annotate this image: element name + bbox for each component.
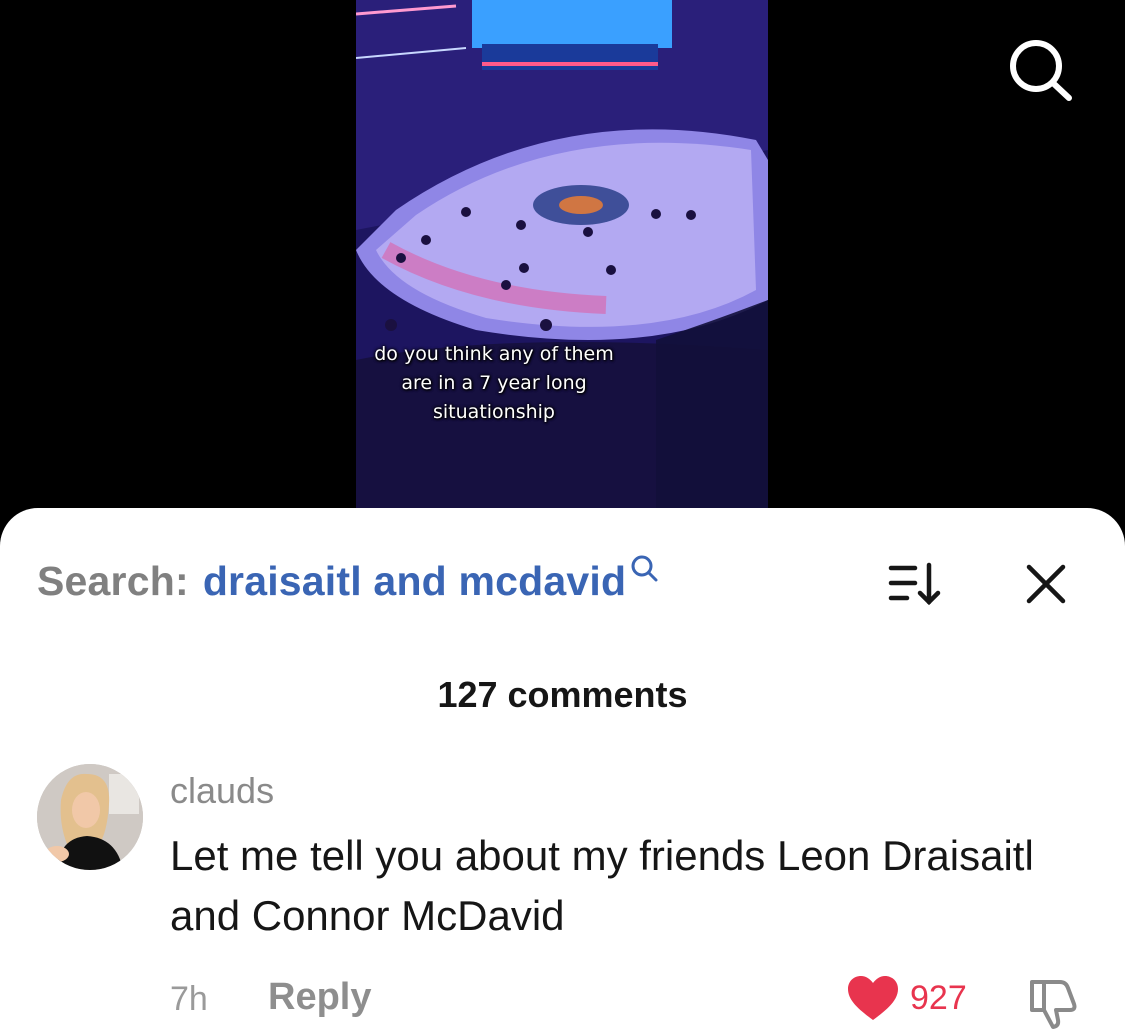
search-icon[interactable] xyxy=(1005,36,1075,102)
video-caption: do you think any of them are in a 7 year… xyxy=(374,343,614,423)
like-count: 927 xyxy=(910,978,967,1017)
comment-search-bar[interactable]: Search: draisaitl and mcdavid xyxy=(37,555,659,608)
reply-button[interactable]: Reply xyxy=(268,976,371,1019)
search-prefix-label: Search: xyxy=(37,558,189,604)
thumbs-down-icon[interactable] xyxy=(1024,974,1080,1030)
comment-timestamp: 7h xyxy=(170,980,208,1018)
comment-username[interactable]: clauds xyxy=(170,770,274,812)
comment-count: 127 comments xyxy=(437,674,688,715)
avatar[interactable] xyxy=(37,764,143,870)
comment-text: Let me tell you about my friends Leon Dr… xyxy=(170,832,1034,939)
search-icon[interactable] xyxy=(629,553,659,583)
avatar-photo xyxy=(37,764,143,870)
video-player-area[interactable]: do you think any of them are in a 7 year… xyxy=(0,0,1125,520)
heart-icon[interactable] xyxy=(846,974,900,1022)
like-button[interactable]: 927 xyxy=(846,974,967,1022)
comments-sheet: Search: draisaitl and mcdavid 127 commen… xyxy=(0,508,1125,1035)
sort-icon[interactable] xyxy=(885,560,943,608)
close-icon[interactable] xyxy=(1022,560,1070,608)
hockey-arena-image xyxy=(356,0,768,510)
search-query-text[interactable]: draisaitl and mcdavid xyxy=(203,558,626,605)
video-frame[interactable]: do you think any of them are in a 7 year… xyxy=(356,0,768,510)
